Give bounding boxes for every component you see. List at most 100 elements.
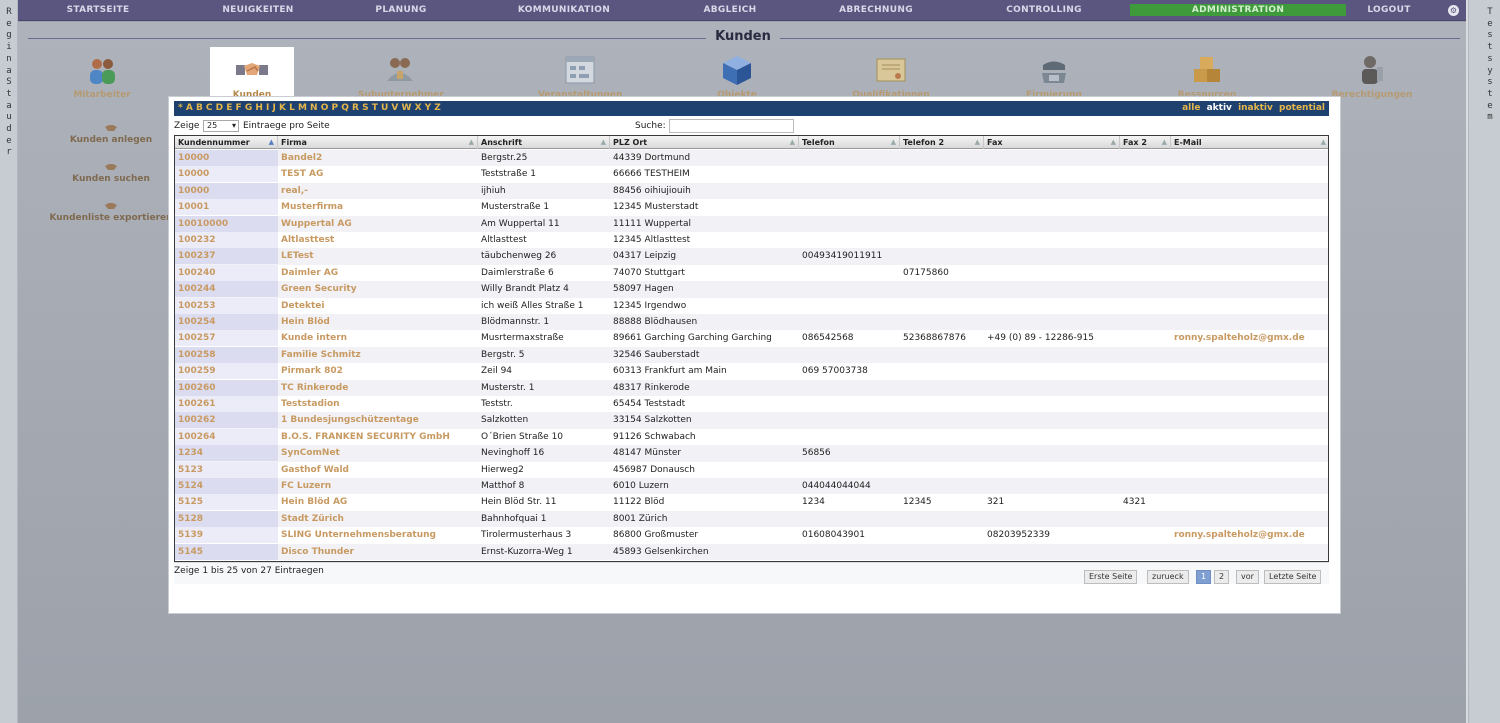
top-navigation: STARTSEITE NEUIGKEITEN PLANUNG KOMMUNIKA… — [18, 0, 1466, 21]
table-row[interactable]: 10000 TEST AG Teststraße 1 66666 TESTHEIM — [175, 166, 1328, 183]
tab-berechtigungen[interactable]: Berechtigungen — [1330, 47, 1414, 117]
cell-email[interactable]: ronny.spalteholz@gmx.de — [1171, 527, 1328, 543]
table-row[interactable]: 100262 1 Bundesjungschützentage Salzkotten… — [175, 412, 1328, 429]
cell-firma[interactable]: Green Security — [278, 281, 478, 297]
col-header-fax[interactable]: Fax ▲ — [984, 136, 1120, 149]
nav-kommunikation[interactable]: KOMMUNIKATION — [484, 0, 644, 21]
tab-mitarbeiter[interactable]: Mitarbeiter — [60, 47, 144, 117]
table-row[interactable]: 10000 Bandel2 Bergstr.25 44339 Dortmund — [175, 150, 1328, 167]
table-row[interactable]: 10010000 Wuppertal AG Am Wuppertal 11 11111… — [175, 215, 1328, 232]
nav-logout[interactable]: LOGOUT — [1334, 0, 1444, 21]
cell-firma[interactable]: Stadt Zürich — [278, 511, 478, 527]
cell-firma[interactable]: Daimler AG — [278, 265, 478, 281]
col-header-anschrift[interactable]: Anschrift ▲ — [478, 136, 610, 149]
col-header-telefon-2[interactable]: Telefon 2 ▲ — [900, 136, 984, 149]
col-header-email[interactable]: E-Mail ▲ — [1171, 136, 1328, 149]
cell-firma[interactable]: TC Rinkerode — [278, 380, 478, 396]
nav-abrechnung[interactable]: ABRECHNUNG — [796, 0, 956, 21]
prev-page-button[interactable]: zurueck — [1147, 570, 1189, 584]
nav-planung[interactable]: PLANUNG — [321, 0, 481, 21]
settings-icon[interactable]: ⚙ — [1448, 5, 1459, 16]
table-row[interactable]: 5139 SLING Unternehmensberatung Tirolermus… — [175, 527, 1328, 544]
nav-abgleich[interactable]: ABGLEICH — [650, 0, 810, 21]
table-row[interactable]: 5125 Hein Blöd AG Hein Blöd Str. 11 11122 B… — [175, 494, 1328, 511]
cell-firma[interactable]: SLING Unternehmensberatung — [278, 527, 478, 543]
letter-filter[interactable]: * A B C D E F G H I J K L M N O P Q R S … — [178, 103, 441, 113]
cell-fax — [984, 347, 1120, 363]
cell-firma[interactable]: Teststadion — [278, 396, 478, 412]
cell-firma[interactable]: TEST AG — [278, 166, 478, 182]
table-row[interactable]: 5145 Disco Thunder Ernst-Kuzorra-Weg 1 4589… — [175, 543, 1328, 560]
cell-firma[interactable]: Hein Blöd AG — [278, 494, 478, 510]
cell-telefon-2 — [900, 363, 984, 379]
filter-alle[interactable]: alle — [1182, 103, 1200, 113]
action-kundenliste-exportieren[interactable]: Kundenliste exportieren — [36, 201, 186, 223]
first-page-button[interactable]: Erste Seite — [1084, 570, 1138, 584]
cell-firma[interactable]: B.O.S. FRANKEN SECURITY GmbH — [278, 429, 478, 445]
cell-anschrift: Salzkotten — [481, 415, 529, 426]
cell-firma[interactable]: real,- — [278, 183, 478, 199]
cell-firma[interactable]: Detektei — [278, 298, 478, 314]
action-kunden-anlegen[interactable]: Kunden anlegen — [36, 123, 186, 145]
table-row[interactable]: 1234 SynComNet Nevinghoff 16 48147 Münster 5… — [175, 445, 1328, 462]
col-header-kundennummer[interactable]: Kundennummer ▲ — [175, 136, 278, 149]
col-header-telefon[interactable]: Telefon ▲ — [799, 136, 900, 149]
cell-firma[interactable]: Disco Thunder — [278, 544, 478, 560]
filter-inaktiv[interactable]: inaktiv — [1238, 103, 1273, 113]
cell-firma[interactable]: Hein Blöd — [278, 314, 478, 330]
cell-firma[interactable]: Familie Schmitz — [278, 347, 478, 363]
nav-neuigkeiten[interactable]: NEUIGKEITEN — [178, 0, 338, 21]
table-row[interactable]: 100258 Familie Schmitz Bergstr. 5 32546 Sau… — [175, 346, 1328, 364]
cell-firma[interactable]: Pirmark 802 — [278, 363, 478, 379]
page-1-button[interactable]: 1 — [1196, 570, 1212, 584]
table-row[interactable]: 100232 Altlasttest Altlasttest 12345 Altlas… — [175, 232, 1328, 249]
next-page-button[interactable]: vor — [1236, 570, 1259, 584]
cell-firma[interactable]: Bandel2 — [278, 150, 478, 166]
cell-firma[interactable]: Wuppertal AG — [278, 216, 478, 232]
table-row[interactable]: 5128 Stadt Zürich Bahnhofquai 1 8001 Zürich — [175, 510, 1328, 528]
cell-anschrift: Hierweg2 — [481, 464, 524, 475]
nav-startseite[interactable]: STARTSEITE — [18, 0, 178, 21]
table-row[interactable]: 100254 Hein Blöd Blödmannstr. 1 88888 Blödh… — [175, 314, 1328, 331]
cell-email[interactable]: ronny.spalteholz@gmx.de — [1171, 330, 1328, 346]
table-row[interactable]: 10001 Musterfirma Musterstraße 1 12345 Must… — [175, 199, 1328, 216]
cell-firma[interactable]: 1 Bundesjungschützentage — [278, 412, 478, 428]
table-row[interactable]: 5123 Gasthof Wald Hierweg2 456987 Donausch — [175, 461, 1328, 478]
table-row[interactable]: 5124 FC Luzern Matthof 8 6010 Luzern 0440440… — [175, 478, 1328, 495]
cell-firma[interactable]: FC Luzern — [278, 478, 478, 494]
table-row[interactable]: 100260 TC Rinkerode Musterstr. 1 48317 Rink… — [175, 379, 1328, 396]
cell-plz-ort: 48317 Rinkerode — [613, 382, 690, 393]
cell-anschrift: Nevinghoff 16 — [481, 448, 545, 459]
cell-fax — [984, 183, 1120, 199]
filter-aktiv[interactable]: aktiv — [1207, 103, 1232, 113]
col-header-firma[interactable]: Firma ▲ — [278, 136, 478, 149]
cell-firma[interactable]: SynComNet — [278, 445, 478, 461]
last-page-button[interactable]: Letzte Seite — [1264, 570, 1322, 584]
cell-firma[interactable]: Altlasttest — [278, 232, 478, 248]
nav-administration[interactable]: ADMINISTRATION — [1130, 4, 1346, 16]
cell-firma[interactable]: Gasthof Wald — [278, 462, 478, 478]
cell-firma[interactable]: Musterfirma — [278, 199, 478, 215]
cell-firma[interactable]: LETest — [278, 248, 478, 264]
table-row[interactable]: 100261 Teststadion Teststr. 65454 Teststadt — [175, 396, 1328, 413]
table-row[interactable]: 100240 Daimler AG Daimlerstraße 6 74070 Stu… — [175, 264, 1328, 282]
cell-firma[interactable]: Kunde intern — [278, 330, 478, 346]
cell-telefon-2 — [900, 462, 984, 478]
col-header-fax-2[interactable]: Fax 2 ▲ — [1120, 136, 1171, 149]
cell-fax-2 — [1120, 462, 1171, 478]
search-input[interactable] — [669, 119, 794, 133]
table-row[interactable]: 100257 Kunde intern Musrtermaxstraße 89661 … — [175, 330, 1328, 347]
page-size-select[interactable]: 25 — [203, 120, 239, 132]
table-row[interactable]: 100237 LETest täubchenweg 26 04317 Leipzig 0… — [175, 248, 1328, 265]
table-row[interactable]: 10000 real,- ijhiuh 88456 oihiujiouih — [175, 182, 1328, 200]
action-kunden-suchen[interactable]: Kunden suchen — [36, 162, 186, 184]
table-row[interactable]: 100244 Green Security Willy Brandt Platz 4… — [175, 281, 1328, 298]
cell-telefon — [799, 281, 900, 297]
filter-potential[interactable]: potential — [1279, 103, 1325, 113]
table-row[interactable]: 100253 Detektei ich weiß Alles Straße 1 123… — [175, 297, 1328, 314]
page-2-button[interactable]: 2 — [1214, 570, 1230, 584]
nav-controlling[interactable]: CONTROLLING — [964, 0, 1124, 21]
table-row[interactable]: 100264 B.O.S. FRANKEN SECURITY GmbH O´Brie… — [175, 428, 1328, 446]
col-header-plz-ort[interactable]: PLZ Ort ▲ — [610, 136, 799, 149]
table-row[interactable]: 100259 Pirmark 802 Zeil 94 60313 Frankfurt … — [175, 363, 1328, 380]
